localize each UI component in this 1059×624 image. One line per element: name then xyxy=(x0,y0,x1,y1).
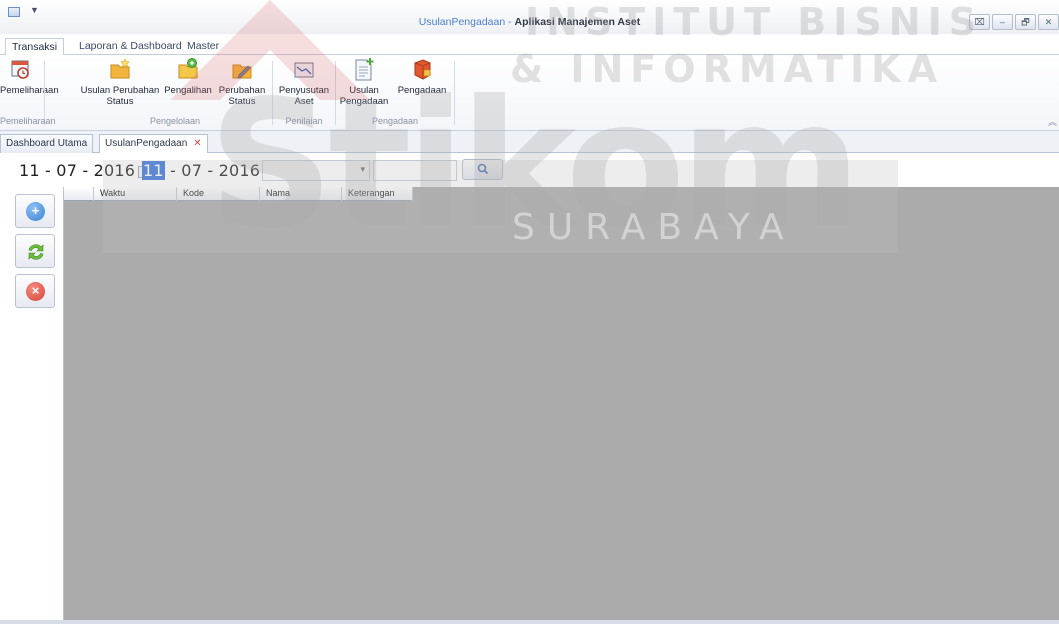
usulan-perubahan-status-button[interactable]: Usulan Perubahan Status xyxy=(80,57,160,107)
usulan-perubahan-label: Usulan Perubahan xyxy=(80,85,160,96)
minimize-button[interactable]: – xyxy=(992,14,1013,30)
close-icon: × xyxy=(26,282,45,301)
tab-dashboard-utama[interactable]: Dashboard Utama xyxy=(0,134,94,153)
usulan-perubahan-label-2: Status xyxy=(106,96,134,107)
collapse-ribbon-icon[interactable]: ︽ xyxy=(1048,115,1057,128)
watermark-line-3: SURABAYA xyxy=(512,207,796,248)
add-button[interactable]: + xyxy=(15,194,55,228)
window-title-document: UsulanPengadaan - xyxy=(418,16,515,28)
quick-access-dropdown-icon[interactable]: ▼ xyxy=(30,5,39,15)
group-label-pemeliharaan: Pemeliharaan xyxy=(0,116,56,126)
tab-usulan-pengadaan[interactable]: UsulanPengadaan ✕ xyxy=(99,134,208,154)
date-from-day: 11 xyxy=(19,161,40,180)
row-indicator-header xyxy=(64,187,94,201)
close-button[interactable]: ✕ xyxy=(1038,14,1059,30)
status-bar xyxy=(0,620,1059,624)
delete-button[interactable]: × xyxy=(15,274,55,308)
folder-star-icon xyxy=(110,58,130,79)
calendar-icon xyxy=(11,60,29,79)
tab-transaksi[interactable]: Transaksi xyxy=(5,38,65,56)
pemeliharaan-button[interactable]: Pemeliharaan xyxy=(0,57,59,96)
action-sidebar: + × xyxy=(0,187,64,624)
refresh-button[interactable] xyxy=(15,234,55,268)
pemeliharaan-label: Pemeliharaan xyxy=(0,85,59,96)
watermark-line-1: INSTITUT BISNIS xyxy=(525,0,984,44)
plus-icon: + xyxy=(26,202,45,221)
tab-usulan-pengadaan-label: UsulanPengadaan xyxy=(105,138,188,149)
refresh-icon xyxy=(28,244,44,260)
close-tab-icon[interactable]: ✕ xyxy=(193,138,201,149)
maximize-button[interactable]: 🗗 xyxy=(1015,14,1036,30)
